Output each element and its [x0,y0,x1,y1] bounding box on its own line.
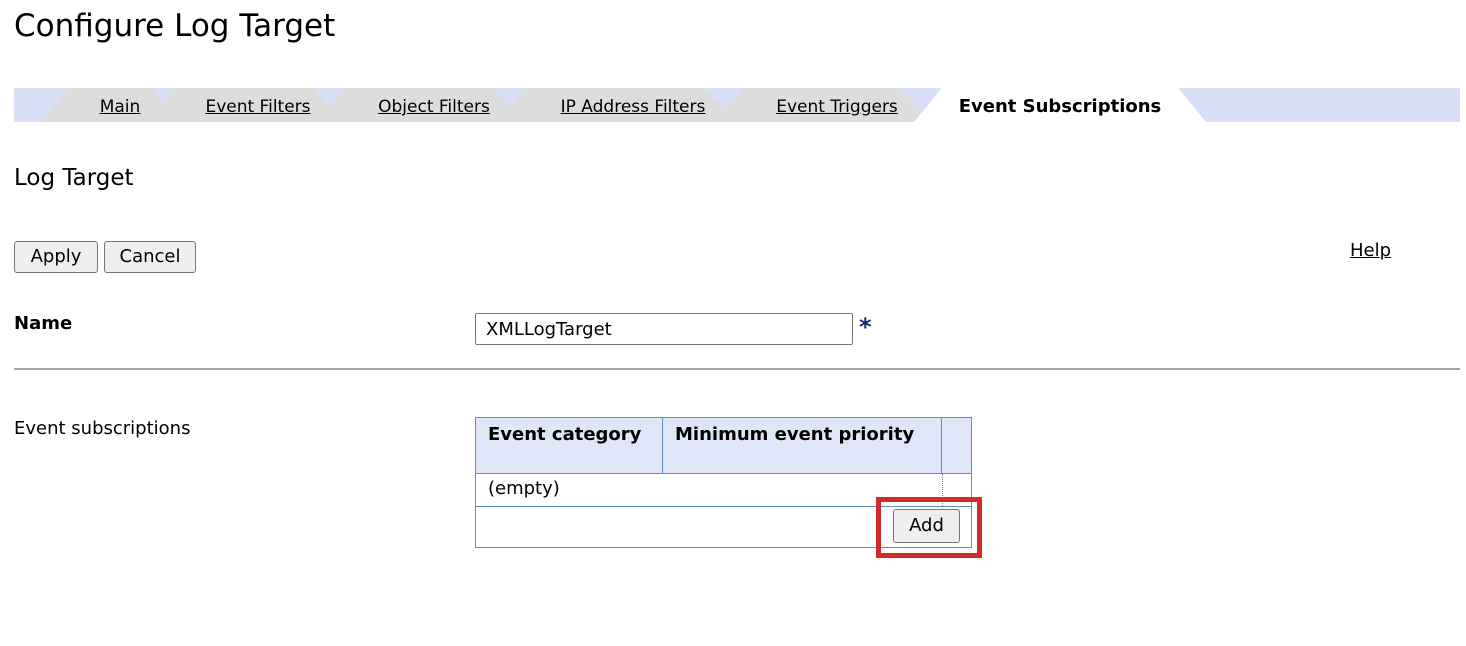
name-label: Name [14,313,73,334]
tab-bar: Main Event Filters Object Filters IP Add… [14,88,1460,122]
help-link[interactable]: Help [1350,240,1391,261]
cancel-button[interactable]: Cancel [104,241,196,273]
section-title: Log Target [14,165,134,191]
name-input[interactable] [475,313,853,345]
tab-object-filters[interactable]: Object Filters [344,88,524,122]
apply-button[interactable]: Apply [14,241,98,273]
tab-event-triggers[interactable]: Event Triggers [742,88,932,122]
required-indicator: * [859,313,872,341]
tab-label: IP Address Filters [560,97,706,117]
tab-label: Event Triggers [776,97,898,117]
tab-label: Event Filters [205,97,311,117]
event-subscriptions-label: Event subscriptions [14,418,191,439]
tab-label: Main [99,97,141,117]
tab-event-subscriptions[interactable]: Event Subscriptions [942,88,1178,122]
column-header-minimum-event-priority: Minimum event priority [663,418,942,473]
tab-label: Event Subscriptions [958,96,1162,117]
tab-event-filters[interactable]: Event Filters [172,88,344,122]
add-button[interactable]: Add [893,509,960,543]
table-header: Event category Minimum event priority [476,418,971,474]
tab-ip-address-filters[interactable]: IP Address Filters [524,88,742,122]
column-header-event-category: Event category [476,418,663,473]
column-header-actions [942,418,971,473]
divider [14,368,1460,370]
tab-label: Object Filters [378,97,490,117]
page-title: Configure Log Target [14,8,336,44]
event-category-cell: (empty) [488,478,560,499]
